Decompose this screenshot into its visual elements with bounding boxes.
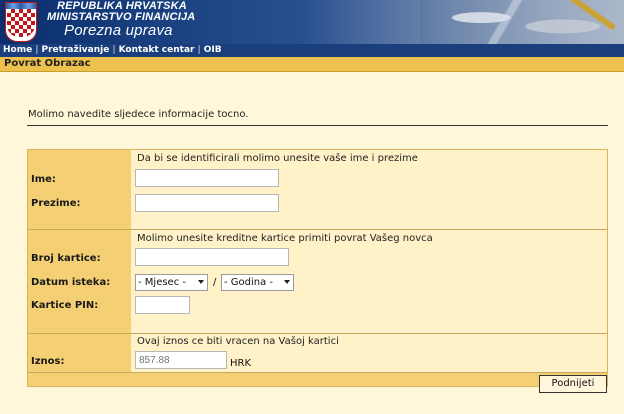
- identity-fields-area: Da bi se identificirali molimo unesite v…: [131, 150, 607, 229]
- amount-label: Iznos:: [31, 356, 65, 367]
- page-title: Povrat Obrazac: [4, 58, 91, 69]
- card-pin-input[interactable]: [135, 296, 190, 314]
- refund-form: Da bi se identificirali molimo unesite v…: [27, 149, 608, 387]
- first-name-input[interactable]: [135, 169, 279, 187]
- last-name-input[interactable]: [135, 194, 279, 212]
- divider-line: [27, 125, 608, 126]
- top-navigation: Home | Pretraživanje | Kontakt centar | OIB: [0, 44, 624, 57]
- chevron-down-icon: [198, 280, 204, 284]
- amount-input[interactable]: [135, 351, 227, 369]
- chevron-down-icon: [284, 280, 290, 284]
- card-hint: Molimo unesite kreditne kartice primiti …: [137, 233, 433, 244]
- intro-text: Molimo navedite sljedece informacije toc…: [28, 109, 249, 120]
- nav-separator: |: [35, 45, 39, 55]
- header-banner-image: [420, 0, 624, 44]
- nav-link-search[interactable]: Pretraživanje: [39, 45, 113, 55]
- identity-section: Da bi se identificirali molimo unesite v…: [28, 150, 607, 229]
- submit-button[interactable]: Podnijeti: [539, 375, 607, 393]
- amount-section: Ovaj iznos ce biti vracen na Vašoj karti…: [28, 334, 607, 372]
- card-fields-area: Molimo unesite kreditne kartice primiti …: [131, 230, 607, 333]
- expiry-month-value: - Mjesec -: [138, 277, 186, 288]
- section-divider: [28, 372, 607, 373]
- currency-label: HRK: [230, 358, 252, 369]
- card-number-input[interactable]: [135, 248, 289, 266]
- expiry-year-value: - Godina -: [224, 277, 274, 288]
- site-header: REPUBLIKA HRVATSKA MINISTARSTVO FINANCIJ…: [0, 0, 624, 44]
- first-name-label: Ime:: [31, 174, 56, 185]
- page-title-bar: Povrat Obrazac: [0, 57, 624, 72]
- expiry-date-label: Datum isteka:: [31, 277, 111, 288]
- expiry-month-select[interactable]: - Mjesec -: [135, 274, 208, 291]
- header-agency: Porezna uprava: [64, 22, 173, 39]
- last-name-label: Prezime:: [31, 198, 81, 209]
- nav-link-oib[interactable]: OIB: [201, 45, 225, 55]
- date-separator: /: [213, 277, 217, 288]
- expiry-year-select[interactable]: - Godina -: [221, 274, 294, 291]
- amount-fields-area: Ovaj iznos ce biti vracen na Vašoj karti…: [131, 334, 607, 372]
- coat-of-arms-logo: [5, 2, 37, 42]
- nav-link-contact-center[interactable]: Kontakt centar: [116, 45, 198, 55]
- card-section: Molimo unesite kreditne kartice primiti …: [28, 230, 607, 333]
- nav-link-home[interactable]: Home: [0, 45, 35, 55]
- amount-hint: Ovaj iznos ce biti vracen na Vašoj karti…: [137, 336, 339, 347]
- card-pin-label: Kartice PIN:: [31, 300, 99, 311]
- card-number-label: Broj kartice:: [31, 253, 101, 264]
- identity-hint: Da bi se identificirali molimo unesite v…: [137, 153, 418, 164]
